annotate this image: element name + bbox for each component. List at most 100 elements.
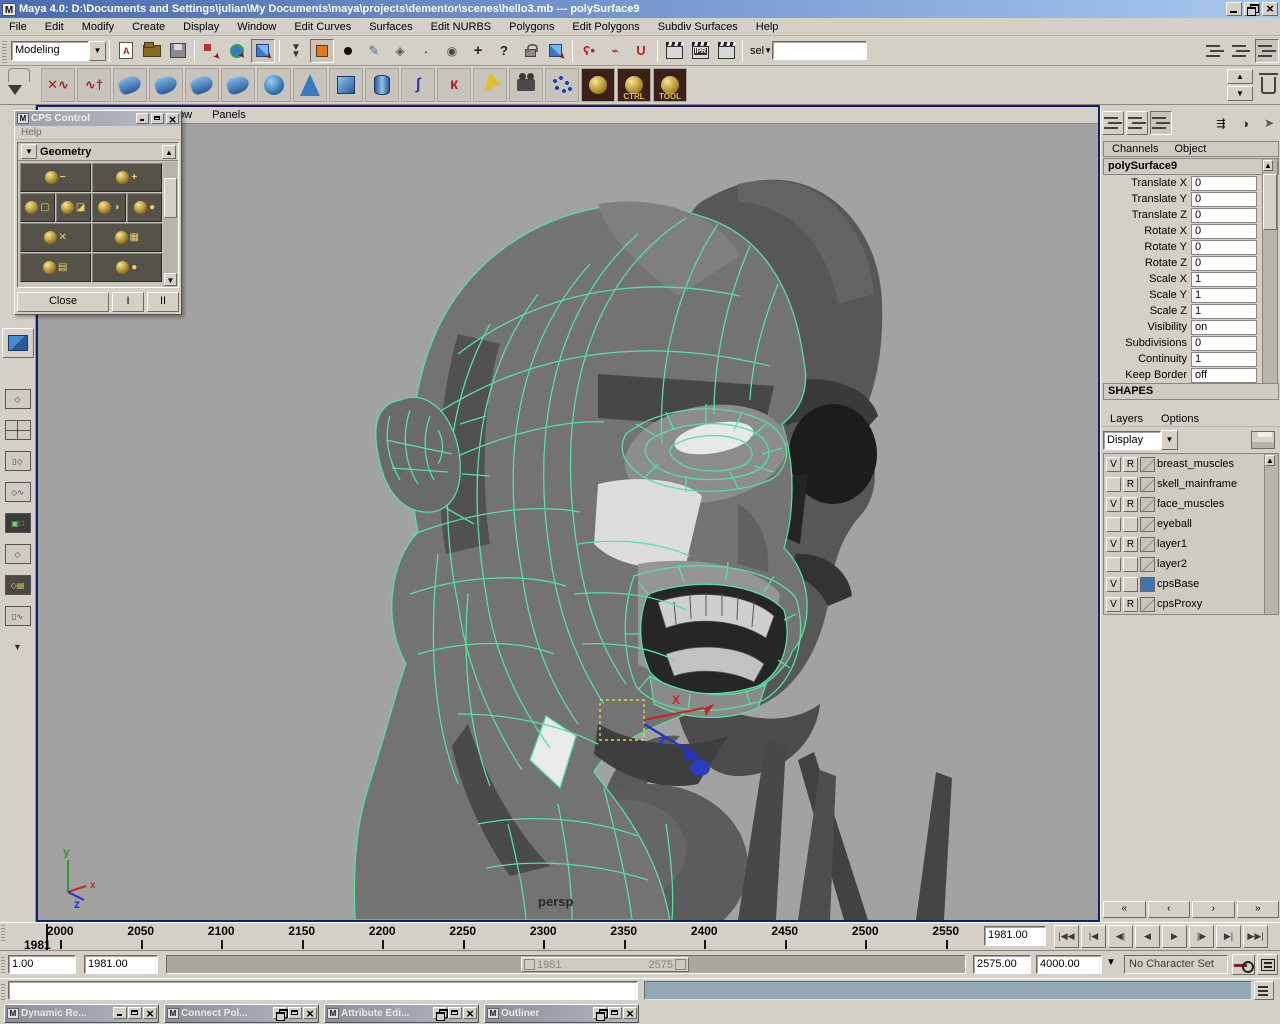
channel-label[interactable]: Scale X — [1103, 273, 1191, 285]
channel-value-field[interactable]: 0 — [1191, 240, 1257, 255]
transport-button[interactable]: ▶ — [1162, 925, 1187, 948]
menu-item[interactable]: Polygons — [500, 19, 563, 35]
channel-label[interactable]: Translate X — [1103, 177, 1191, 189]
layer-visibility-toggle[interactable]: V — [1106, 537, 1121, 552]
window-maximize-button[interactable] — [288, 1007, 302, 1019]
menu-options[interactable]: Options — [1152, 413, 1208, 425]
cps-one-button[interactable]: I — [112, 292, 144, 312]
snap-magnet-point-button[interactable]: U — [629, 39, 653, 63]
window-close-button[interactable] — [623, 1007, 637, 1019]
snap-magnet-curve-button[interactable]: ʕ• — [577, 39, 601, 63]
pager-button[interactable]: « — [1103, 901, 1146, 918]
layer-name[interactable]: skell_mainframe — [1157, 478, 1237, 490]
show-channelbox-button[interactable] — [1203, 39, 1227, 63]
cps-maximize-button[interactable] — [151, 113, 164, 124]
layer-row[interactable]: R skell_mainframe — [1104, 474, 1278, 494]
layer-color-swatch[interactable] — [1140, 497, 1155, 512]
new-layer-icon[interactable] — [1251, 431, 1275, 449]
viewport-3d-scene[interactable]: X Z y x z persp — [38, 124, 1098, 920]
layout-persp-outliner-button[interactable]: ▯◇ — [2, 446, 34, 476]
cps-tool-button[interactable]: ◑ — [92, 193, 127, 222]
select-object-button[interactable] — [225, 39, 249, 63]
range-slider-active-range[interactable]: 1981 2575 — [521, 957, 689, 972]
layer-color-swatch[interactable] — [1140, 537, 1155, 552]
layer-visibility-toggle[interactable] — [1106, 477, 1121, 492]
window-close-button[interactable] — [303, 1007, 317, 1019]
layer-visibility-toggle[interactable] — [1106, 517, 1121, 532]
minimized-window-titlebar[interactable]: M Dynamic Re... — [4, 1004, 159, 1023]
window-restore-button[interactable] — [113, 1007, 127, 1019]
menuset-dropdown-icon[interactable]: ▼ — [89, 41, 106, 61]
channel-value-field[interactable]: 0 — [1191, 192, 1257, 207]
tab-channels[interactable]: Channels — [1104, 143, 1166, 155]
shelf-item-button[interactable] — [473, 68, 507, 102]
command-line-input[interactable] — [8, 981, 638, 1000]
layer-row[interactable]: V cpsBase — [1104, 574, 1278, 594]
window-close-button[interactable] — [143, 1007, 157, 1019]
cps-tool-button[interactable]: ▦ — [92, 223, 163, 252]
playback-end-field[interactable]: 2575.00 — [973, 955, 1031, 974]
layer-row[interactable]: V R face_muscles — [1104, 494, 1278, 514]
tab-object[interactable]: Object — [1166, 143, 1214, 155]
show-both-button[interactable] — [1255, 39, 1279, 63]
character-set-field[interactable]: No Character Set — [1124, 955, 1228, 974]
shelf-item-button[interactable] — [293, 68, 327, 102]
channel-label[interactable]: Subdivisions — [1103, 337, 1191, 349]
layer-row[interactable]: V R cpsProxy — [1104, 594, 1278, 614]
channel-value-field[interactable]: 1 — [1191, 304, 1257, 319]
channel-manip-mode-button[interactable] — [1126, 111, 1148, 135]
window-close-button[interactable] — [463, 1007, 477, 1019]
window-maximize-button[interactable] — [608, 1007, 622, 1019]
save-scene-button[interactable] — [166, 39, 190, 63]
window-restore-button[interactable] — [433, 1007, 447, 1019]
render-globals-button[interactable] — [714, 39, 738, 63]
ipr-render-button[interactable] — [688, 39, 712, 63]
window-restore-button[interactable] — [273, 1007, 287, 1019]
range-end-handle[interactable] — [675, 959, 686, 970]
shelf-tab-selector[interactable] — [0, 67, 40, 103]
viewport-menu-panels[interactable]: Panels — [202, 109, 256, 121]
menu-item[interactable]: Help — [747, 19, 788, 35]
highlight-mode-button[interactable] — [310, 39, 334, 63]
layer-name[interactable]: cpsProxy — [1157, 598, 1202, 610]
shelf-item-button[interactable] — [257, 68, 291, 102]
transport-button[interactable]: ▶| — [1216, 925, 1241, 948]
menu-item[interactable]: Display — [174, 19, 228, 35]
layout-single-pane-button[interactable]: ◇ — [2, 384, 34, 414]
animation-end-field[interactable]: 4000.00 — [1036, 955, 1102, 974]
layer-visibility-toggle[interactable]: V — [1106, 497, 1121, 512]
shelf-item-button[interactable] — [365, 68, 399, 102]
channel-value-field[interactable]: on — [1191, 320, 1257, 335]
layer-color-swatch[interactable] — [1140, 477, 1155, 492]
highlight-selection-button[interactable] — [544, 39, 568, 63]
show-layereditor-button[interactable] — [1229, 39, 1253, 63]
channelbox-scrollbar[interactable]: ▲ ▼ — [1262, 158, 1278, 400]
window-restore-button[interactable] — [593, 1007, 607, 1019]
time-slider[interactable]: 2000205021002150220022502300235024002450… — [0, 922, 1280, 950]
layout-persp-graph-button[interactable]: ◇∿ — [2, 477, 34, 507]
cps-tool-button[interactable]: ▢ — [20, 193, 55, 222]
cps-scroll-up-icon[interactable]: ▲ — [162, 145, 176, 159]
layer-reference-toggle[interactable]: R — [1123, 497, 1138, 512]
menu-item[interactable]: Edit NURBS — [422, 19, 501, 35]
layout-persp-set-button[interactable]: ◇▤ — [2, 570, 34, 600]
channel-label[interactable]: Rotate Z — [1103, 257, 1191, 269]
auto-keyframe-button[interactable] — [1232, 954, 1255, 975]
speed-dial-button[interactable]: ◑ — [1234, 111, 1256, 135]
cps-close-button[interactable] — [166, 113, 179, 124]
snap-view-button[interactable]: 𝆺 — [414, 39, 438, 63]
channel-value-field[interactable]: 1 — [1191, 352, 1257, 367]
layer-name[interactable]: layer2 — [1157, 558, 1187, 570]
menu-item[interactable]: Edit Polygons — [563, 19, 648, 35]
manip-xyz-button[interactable]: ⇶ — [1210, 111, 1232, 135]
transport-button[interactable]: |◀◀ — [1054, 925, 1079, 948]
shelf-trash-icon[interactable] — [1261, 77, 1276, 94]
rangeslider-grip[interactable] — [1, 955, 5, 973]
channelbox-shapes-header[interactable]: SHAPES — [1103, 383, 1279, 400]
current-time-field[interactable]: 1981.00 — [984, 926, 1046, 946]
layout-graph-button[interactable]: ▯∿ — [2, 601, 34, 631]
cps-minimize-button[interactable] — [136, 113, 149, 124]
layer-color-swatch[interactable] — [1140, 517, 1155, 532]
channel-label[interactable]: Visibility — [1103, 321, 1191, 333]
layer-row[interactable]: V R breast_muscles — [1104, 454, 1278, 474]
